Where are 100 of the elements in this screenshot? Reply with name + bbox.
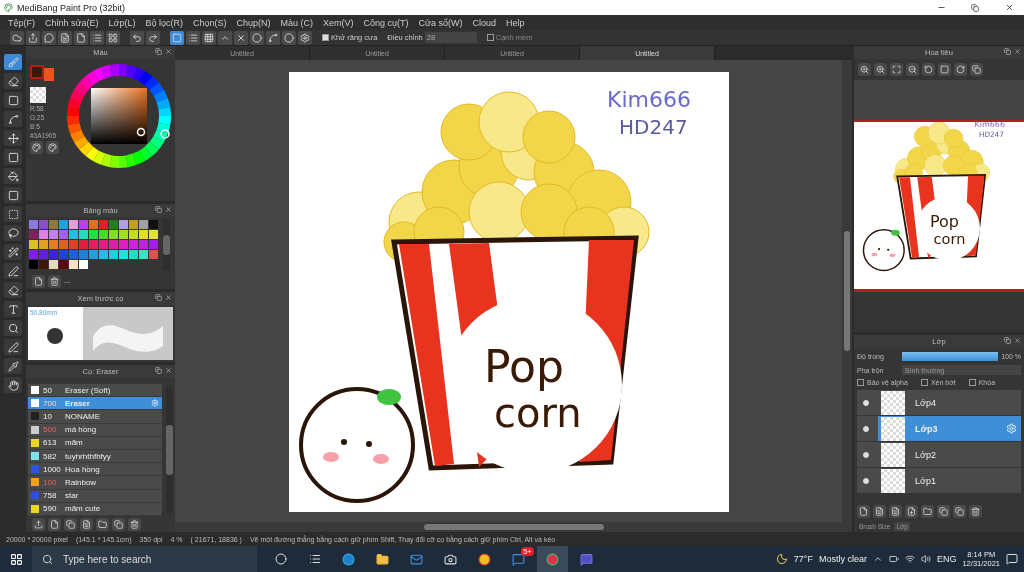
- menu-item[interactable]: Lớp(L): [108, 17, 136, 28]
- pen-icon[interactable]: [4, 339, 22, 355]
- color-swatch[interactable]: [109, 240, 118, 249]
- search-input[interactable]: Type here to search: [61, 552, 241, 566]
- color-swatch[interactable]: [89, 220, 98, 229]
- upload-icon[interactable]: [32, 517, 45, 531]
- color-swatch[interactable]: [59, 230, 68, 239]
- grid-icon[interactable]: [202, 30, 216, 45]
- eyedropper-icon[interactable]: [4, 358, 22, 374]
- opacity-slider[interactable]: [902, 352, 999, 361]
- zoom-out-icon[interactable]: [906, 63, 919, 76]
- color-swatch[interactable]: [129, 220, 138, 229]
- checkbox[interactable]: [857, 379, 864, 386]
- language-indicator[interactable]: ENG: [936, 554, 957, 564]
- menu-item[interactable]: Tệp(F): [8, 17, 35, 28]
- color-swatch[interactable]: [79, 240, 88, 249]
- lines-icon[interactable]: [186, 30, 200, 45]
- color-swatch[interactable]: [29, 250, 38, 259]
- fit-icon[interactable]: [890, 63, 903, 76]
- color-swatch[interactable]: [109, 220, 118, 229]
- lasso-icon[interactable]: [4, 225, 22, 241]
- color-swatch[interactable]: [129, 250, 138, 259]
- hand-icon[interactable]: [4, 377, 22, 393]
- rectangle-icon[interactable]: [4, 92, 22, 108]
- color-swatch[interactable]: [79, 260, 88, 269]
- color-swatch[interactable]: [149, 250, 158, 259]
- visibility-toggle[interactable]: [863, 477, 869, 484]
- color-swatch[interactable]: [69, 260, 78, 269]
- square-icon[interactable]: [938, 63, 951, 76]
- float-icon[interactable]: [155, 367, 162, 374]
- new-file-icon[interactable]: [48, 517, 61, 531]
- float-icon[interactable]: [155, 206, 162, 213]
- close-icon[interactable]: [1004, 3, 1014, 12]
- color-wheel[interactable]: [65, 63, 171, 169]
- chevron-icon[interactable]: [872, 554, 883, 564]
- color-swatch[interactable]: [79, 250, 88, 259]
- color-swatch[interactable]: [39, 220, 48, 229]
- color-swatch[interactable]: [49, 260, 58, 269]
- color-swatch[interactable]: [49, 220, 58, 229]
- restore-icon[interactable]: [971, 3, 979, 12]
- search-icon[interactable]: [4, 320, 22, 336]
- color-swatch[interactable]: [39, 250, 48, 259]
- curve-icon[interactable]: [266, 30, 280, 45]
- float-icon[interactable]: [1004, 337, 1011, 344]
- menu-item[interactable]: Bộ lọc(R): [145, 17, 183, 28]
- menu-item[interactable]: Chụp(N): [236, 17, 271, 28]
- color-swatch[interactable]: [39, 230, 48, 239]
- undo-icon[interactable]: [130, 30, 144, 45]
- brush-item[interactable]: 10 NONAME: [28, 410, 162, 424]
- bucket-icon[interactable]: [4, 168, 22, 184]
- move-icon[interactable]: [4, 130, 22, 146]
- eraser-icon[interactable]: [4, 73, 22, 89]
- cloud-icon[interactable]: [10, 30, 24, 45]
- brush-item[interactable]: 100 Rainbow: [28, 476, 162, 490]
- notification-icon[interactable]: [1006, 553, 1018, 565]
- volume-icon[interactable]: [920, 554, 931, 564]
- color-swatch[interactable]: [49, 240, 58, 249]
- color-swatch[interactable]: [29, 260, 38, 269]
- circle-icon[interactable]: [250, 30, 264, 45]
- add-file-icon[interactable]: [905, 505, 918, 518]
- color-swatch[interactable]: [89, 250, 98, 259]
- color-swatch[interactable]: [109, 250, 118, 259]
- menu-item[interactable]: Màu (C): [280, 17, 314, 28]
- color-swatch[interactable]: [29, 230, 38, 239]
- scrollbar[interactable]: [163, 220, 170, 270]
- color-swatch[interactable]: [59, 220, 68, 229]
- color-swatch[interactable]: [39, 260, 48, 269]
- wifi-icon[interactable]: [904, 554, 915, 564]
- foreground-color-swatch[interactable]: [30, 65, 44, 79]
- chat-app-button[interactable]: 5+: [503, 546, 534, 572]
- redo-icon[interactable]: [146, 30, 160, 45]
- close-icon[interactable]: [1014, 337, 1021, 344]
- float-icon[interactable]: [155, 294, 162, 301]
- rotate-right-icon[interactable]: [954, 63, 967, 76]
- color-swatch[interactable]: [29, 220, 38, 229]
- zoom-in-icon[interactable]: [874, 63, 887, 76]
- color-swatch[interactable]: [69, 240, 78, 249]
- share-icon[interactable]: [26, 30, 40, 45]
- color-swatch[interactable]: [69, 220, 78, 229]
- copy-icon[interactable]: [112, 517, 125, 531]
- drawing-canvas[interactable]: Kim666 HD247 Pop corn: [288, 72, 729, 512]
- square-icon[interactable]: [170, 30, 184, 45]
- grid-icon[interactable]: [106, 30, 120, 45]
- brush-icon[interactable]: [4, 54, 22, 70]
- checkbox[interactable]: [920, 379, 928, 386]
- trash-icon[interactable]: [48, 274, 61, 288]
- float-icon[interactable]: [155, 48, 162, 55]
- color-swatch[interactable]: [139, 240, 148, 249]
- color-swatch[interactable]: [119, 230, 128, 239]
- list-icon[interactable]: [90, 30, 104, 45]
- new-file-icon[interactable]: [857, 505, 870, 518]
- new-file-icon[interactable]: [32, 274, 45, 288]
- document-icon[interactable]: [80, 517, 93, 531]
- color-swatch[interactable]: [99, 220, 108, 229]
- folder-icon[interactable]: [96, 517, 109, 531]
- document-icon[interactable]: [58, 30, 72, 45]
- color-swatch[interactable]: [39, 240, 48, 249]
- color-swatch[interactable]: [69, 230, 78, 239]
- gear-icon[interactable]: [1006, 423, 1017, 434]
- checkbox[interactable]: [968, 379, 976, 386]
